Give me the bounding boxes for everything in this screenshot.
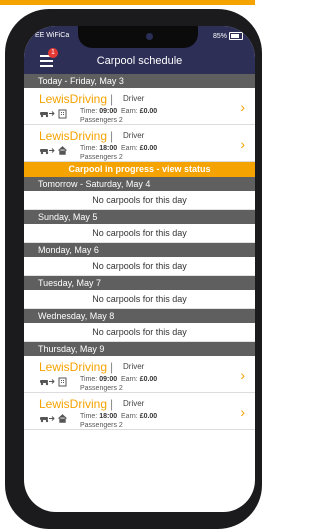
carpool-card[interactable]: LewisDriving | Driver Time: 09:00 Earn: £…: [24, 88, 255, 125]
carrier-label: EE WiFiCa: [35, 32, 70, 39]
day-header: Tomorrow - Saturday, May 4: [24, 177, 255, 191]
carpool-card[interactable]: LewisDriving | Driver Time: 09:00 Earn: £…: [24, 356, 255, 393]
day-header: Thursday, May 9: [24, 342, 255, 356]
role-label: Driver: [123, 399, 145, 408]
trip-time: 09:00: [99, 376, 118, 383]
car-icon: [40, 415, 55, 422]
carpool-in-progress-banner[interactable]: Carpool in progress - view status: [24, 162, 255, 177]
app-screen: EE WiFiCa 85% 1 Carpool schedule Today -…: [24, 26, 255, 512]
trip-time: 18:00: [99, 145, 118, 152]
passenger-count: 2: [118, 422, 123, 429]
home-icon: [58, 414, 67, 423]
car-icon: [40, 147, 55, 154]
carpool-card[interactable]: LewisDriving | Driver Time: 18:00 Earn: £…: [24, 125, 255, 162]
role-label: Driver: [123, 94, 145, 103]
building-icon: [58, 377, 67, 387]
carpool-card[interactable]: LewisDriving | Driver Time: 18:00 Earn: £…: [24, 393, 255, 430]
trip-earn: £0.00: [139, 413, 158, 420]
page-title: Carpool schedule: [96, 55, 183, 67]
day-header: Monday, May 6: [24, 243, 255, 257]
chevron-right-icon[interactable]: ›: [240, 99, 245, 115]
chevron-right-icon[interactable]: ›: [240, 367, 245, 383]
brand-name: LewisDriving: [39, 397, 108, 411]
notch: [78, 26, 198, 48]
empty-day-message: No carpools for this day: [24, 224, 255, 243]
day-header: Today - Friday, May 3: [24, 74, 255, 88]
trip-earn: £0.00: [139, 376, 158, 383]
brand-name: LewisDriving: [39, 360, 108, 374]
phone-frame: EE WiFiCa 85% 1 Carpool schedule Today -…: [5, 9, 262, 529]
battery-icon: [229, 32, 243, 40]
day-header: Sunday, May 5: [24, 210, 255, 224]
building-icon: [58, 109, 67, 119]
day-header: Tuesday, May 7: [24, 276, 255, 290]
trip-time: 18:00: [99, 413, 118, 420]
brand-name: LewisDriving: [39, 92, 108, 106]
schedule-list: Today - Friday, May 3 LewisDriving | Driv…: [24, 74, 255, 430]
passenger-count: 2: [118, 154, 123, 161]
empty-day-message: No carpools for this day: [24, 323, 255, 342]
car-icon: [40, 111, 55, 118]
chevron-right-icon[interactable]: ›: [240, 136, 245, 152]
car-icon: [40, 379, 55, 386]
empty-day-message: No carpools for this day: [24, 257, 255, 276]
empty-day-message: No carpools for this day: [24, 290, 255, 309]
role-label: Driver: [123, 131, 145, 140]
top-accent-bar: [0, 0, 255, 5]
passenger-count: 2: [118, 385, 123, 392]
chevron-right-icon[interactable]: ›: [240, 404, 245, 420]
nav-bar: 1 Carpool schedule: [24, 48, 255, 74]
passenger-count: 2: [118, 117, 123, 124]
brand-name: LewisDriving: [39, 129, 108, 143]
battery-percent: 85%: [212, 32, 227, 40]
camera-icon: [146, 33, 153, 40]
empty-day-message: No carpools for this day: [24, 191, 255, 210]
trip-earn: £0.00: [139, 108, 158, 115]
trip-time: 09:00: [99, 108, 118, 115]
day-header: Wednesday, May 8: [24, 309, 255, 323]
battery-status: 85%: [213, 32, 243, 40]
role-label: Driver: [123, 362, 145, 371]
home-icon: [58, 146, 67, 155]
trip-earn: £0.00: [139, 145, 158, 152]
